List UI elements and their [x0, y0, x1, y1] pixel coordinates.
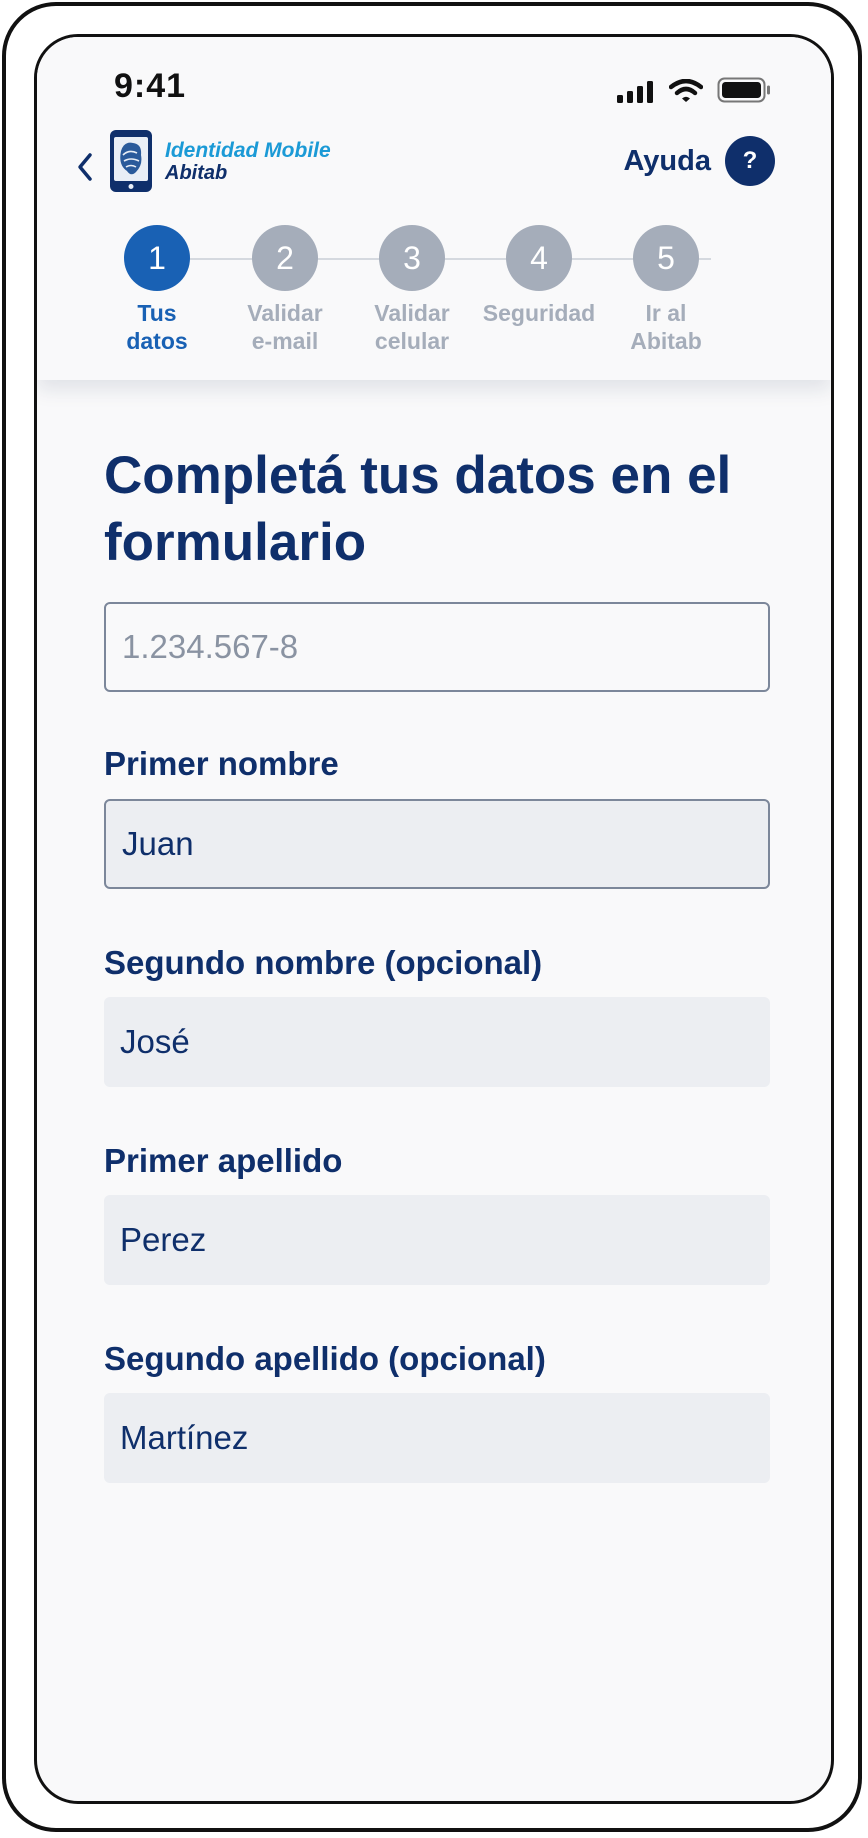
- first-surname-input[interactable]: [104, 1195, 770, 1285]
- step-number: 3: [379, 225, 445, 291]
- wifi-icon: [669, 79, 703, 102]
- step-label: Validar e-mail: [247, 300, 323, 354]
- step-number: 2: [252, 225, 318, 291]
- phone-screen: 9:41 Identidad Mobile Abitab Ayuda ? 1 T…: [34, 34, 834, 1804]
- second-surname-input[interactable]: [104, 1393, 770, 1483]
- step-4: 4 Seguridad: [469, 225, 609, 327]
- first-surname-label: Primer apellido: [104, 1142, 343, 1179]
- step-number: 4: [506, 225, 572, 291]
- page-title: Completá tus datos en el formulario: [104, 446, 732, 572]
- step-label: Validar celular: [374, 300, 450, 354]
- chevron-left-icon: [78, 153, 92, 181]
- step-number: 1: [124, 225, 190, 291]
- step-label: Seguridad: [482, 300, 596, 326]
- step-2: 2 Validar e-mail: [215, 225, 355, 355]
- help-label: Ayuda: [623, 144, 711, 177]
- step-number: 5: [633, 225, 699, 291]
- status-icons: [617, 77, 771, 103]
- help-icon: ?: [725, 136, 775, 186]
- progress-stepper: 1 Tus datos 2 Validar e-mail 3 Validar c…: [37, 225, 831, 365]
- first-name-label: Primer nombre: [104, 745, 339, 782]
- help-button[interactable]: Ayuda ?: [623, 136, 775, 186]
- logo-subtitle: Abitab: [165, 161, 228, 184]
- phone-logo-icon: [110, 130, 152, 192]
- battery-icon: [717, 77, 770, 103]
- step-label: Tus datos: [126, 300, 188, 354]
- back-button[interactable]: [65, 137, 105, 197]
- second-name-label: Segundo nombre (opcional): [104, 944, 543, 981]
- document-number-input[interactable]: [104, 602, 770, 692]
- status-time: 9:41: [114, 67, 187, 105]
- app-header: 9:41 Identidad Mobile Abitab Ayuda ? 1 T…: [37, 37, 831, 380]
- first-name-input[interactable]: [104, 799, 770, 889]
- second-name-input[interactable]: [104, 997, 770, 1087]
- step-3: 3 Validar celular: [342, 225, 482, 355]
- second-surname-label: Segundo apellido (opcional): [104, 1340, 546, 1377]
- step-1: 1 Tus datos: [87, 225, 227, 355]
- step-label: Ir al Abitab: [630, 300, 702, 354]
- app-logo: Identidad Mobile Abitab: [109, 129, 331, 193]
- logo-title: Identidad Mobile: [165, 138, 331, 162]
- step-5: 5 Ir al Abitab: [596, 225, 736, 355]
- signal-icon: [617, 81, 653, 103]
